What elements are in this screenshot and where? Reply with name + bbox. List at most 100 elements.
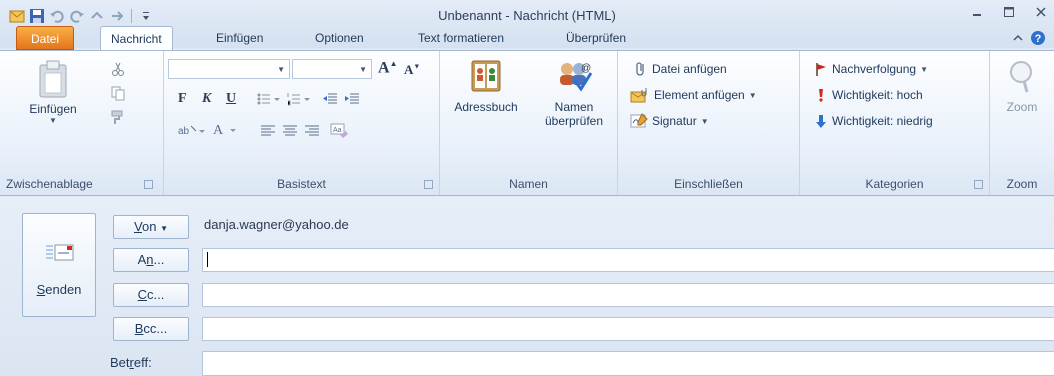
bcc-field[interactable] <box>202 317 1054 341</box>
highlight-icon[interactable]: ab <box>178 123 208 142</box>
group-clipboard: Einfügen ▼ Zwischenablage <box>0 51 164 195</box>
cut-icon[interactable] <box>110 61 126 80</box>
low-importance-button[interactable]: Wichtigkeit: niedrig <box>814 113 933 129</box>
close-icon[interactable] <box>1028 2 1054 22</box>
copy-icon[interactable] <box>110 85 126 104</box>
minimize-icon[interactable] <box>964 2 990 22</box>
bold-button[interactable]: F <box>178 91 187 107</box>
send-label-rest: enden <box>45 282 82 297</box>
high-importance-icon <box>819 89 823 102</box>
attach-item-dropdown-icon[interactable]: ▼ <box>749 91 757 100</box>
font-family-combo[interactable]: ▼ <box>168 59 290 79</box>
attach-item-label: Element anfügen <box>654 88 745 102</box>
font-family-dropdown-icon[interactable]: ▼ <box>277 65 285 74</box>
grow-font-button[interactable]: A▲ <box>378 59 397 77</box>
window-controls <box>964 2 1054 22</box>
group-basic-text: ▼ ▼ A▲ A▼ F K U ab A Aa Basistext <box>164 51 440 195</box>
subject-label-rest: eff: <box>133 355 152 370</box>
signature-icon <box>630 113 648 128</box>
high-importance-label: Wichtigkeit: hoch <box>832 88 923 102</box>
group-tags: Nachverfolgung ▼ Wichtigkeit: hoch Wicht… <box>800 51 990 195</box>
address-book-label: Adressbuch <box>454 100 518 114</box>
signature-dropdown-icon[interactable]: ▼ <box>701 117 709 126</box>
tab-message[interactable]: Nachricht <box>100 26 173 50</box>
cc-field[interactable] <box>202 283 1054 307</box>
svg-text:@: @ <box>581 63 591 74</box>
to-field[interactable] <box>202 248 1054 272</box>
paste-button[interactable]: Einfügen ▼ <box>18 59 88 125</box>
signature-button[interactable]: Signatur ▼ <box>630 113 709 129</box>
from-value: danja.wagner@yahoo.de <box>204 217 349 232</box>
numbering-icon[interactable] <box>286 91 312 110</box>
tags-launcher-icon[interactable] <box>974 180 983 189</box>
send-label-accesskey: S <box>36 282 46 297</box>
from-accesskey: V <box>134 219 142 234</box>
ribbon: Einfügen ▼ Zwischenablage ▼ ▼ A▲ A▼ F K … <box>0 50 1054 196</box>
grow-font-glyph: A <box>378 59 390 77</box>
attach-file-button[interactable]: Datei anfügen <box>634 61 727 77</box>
to-label-rest: ... <box>153 252 165 267</box>
to-button[interactable]: An... <box>113 248 189 272</box>
align-right-icon[interactable] <box>304 123 320 142</box>
attach-item-icon <box>630 88 647 103</box>
tab-format-text[interactable]: Text formatieren <box>408 26 514 50</box>
subject-field[interactable] <box>202 351 1054 376</box>
magnifier-icon <box>1010 61 1032 93</box>
tab-insert[interactable]: Einfügen <box>206 26 273 50</box>
tab-options[interactable]: Optionen <box>305 26 374 50</box>
to-label-pre: A <box>137 252 147 267</box>
format-painter-icon[interactable] <box>110 109 126 128</box>
clipboard-group-label: Zwischenablage <box>6 177 93 191</box>
tab-review[interactable]: Überprüfen <box>556 26 636 50</box>
send-icon <box>46 244 74 261</box>
check-names-label-2: überprüfen <box>544 114 604 128</box>
group-zoom: Zoom Zoom <box>990 51 1054 195</box>
bcc-button[interactable]: Bcc... <box>113 317 189 341</box>
align-center-icon[interactable] <box>282 123 298 142</box>
flag-icon <box>816 63 826 76</box>
cc-label: c... <box>147 287 165 302</box>
zoom-button[interactable]: Zoom <box>994 59 1050 114</box>
tab-file[interactable]: Datei <box>16 26 74 50</box>
font-size-dropdown-icon[interactable]: ▼ <box>359 65 367 74</box>
svg-text:A: A <box>213 123 224 138</box>
clipboard-launcher-icon[interactable] <box>144 180 153 189</box>
address-book-button[interactable]: Adressbuch <box>446 59 526 114</box>
names-group-label: Namen <box>509 177 548 191</box>
send-button[interactable]: Senden <box>22 213 96 317</box>
paste-icon <box>39 60 67 98</box>
svg-text:?: ? <box>1035 33 1042 45</box>
attach-item-button[interactable]: Element anfügen ▼ <box>630 87 757 103</box>
font-size-combo[interactable]: ▼ <box>292 59 372 79</box>
cc-button[interactable]: Cc... <box>113 283 189 307</box>
attach-file-label: Datei anfügen <box>652 62 727 76</box>
check-names-button[interactable]: @ Namen überprüfen <box>532 59 616 128</box>
from-button[interactable]: Von ▼ <box>113 215 189 239</box>
zoom-label: Zoom <box>1006 100 1038 114</box>
maximize-icon[interactable] <box>996 2 1022 22</box>
high-importance-button[interactable]: Wichtigkeit: hoch <box>814 87 923 103</box>
follow-up-button[interactable]: Nachverfolgung ▼ <box>814 61 928 77</box>
follow-up-dropdown-icon[interactable]: ▼ <box>920 65 928 74</box>
font-color-icon[interactable]: A <box>212 121 242 142</box>
help-icon[interactable]: ? <box>1030 30 1046 49</box>
italic-button[interactable]: K <box>202 91 211 107</box>
decrease-indent-icon[interactable] <box>322 91 338 110</box>
clear-formatting-icon[interactable]: Aa <box>330 123 350 142</box>
paste-label: Einfügen <box>29 102 77 116</box>
address-book-icon <box>471 60 501 92</box>
svg-text:ab: ab <box>178 126 190 137</box>
subject-label-pre: Bet <box>110 355 130 370</box>
bullets-icon[interactable] <box>256 91 282 110</box>
minimize-ribbon-icon[interactable] <box>1012 32 1024 47</box>
follow-up-label: Nachverfolgung <box>832 62 917 76</box>
shrink-font-glyph: A <box>404 62 414 77</box>
paste-dropdown-icon[interactable]: ▼ <box>18 116 88 125</box>
shrink-font-button[interactable]: A▼ <box>404 62 420 78</box>
underline-button[interactable]: U <box>226 91 236 107</box>
include-group-label: Einschließen <box>674 177 743 191</box>
align-left-icon[interactable] <box>260 123 276 142</box>
paperclip-icon <box>636 62 644 76</box>
increase-indent-icon[interactable] <box>344 91 360 110</box>
basic-text-launcher-icon[interactable] <box>424 180 433 189</box>
